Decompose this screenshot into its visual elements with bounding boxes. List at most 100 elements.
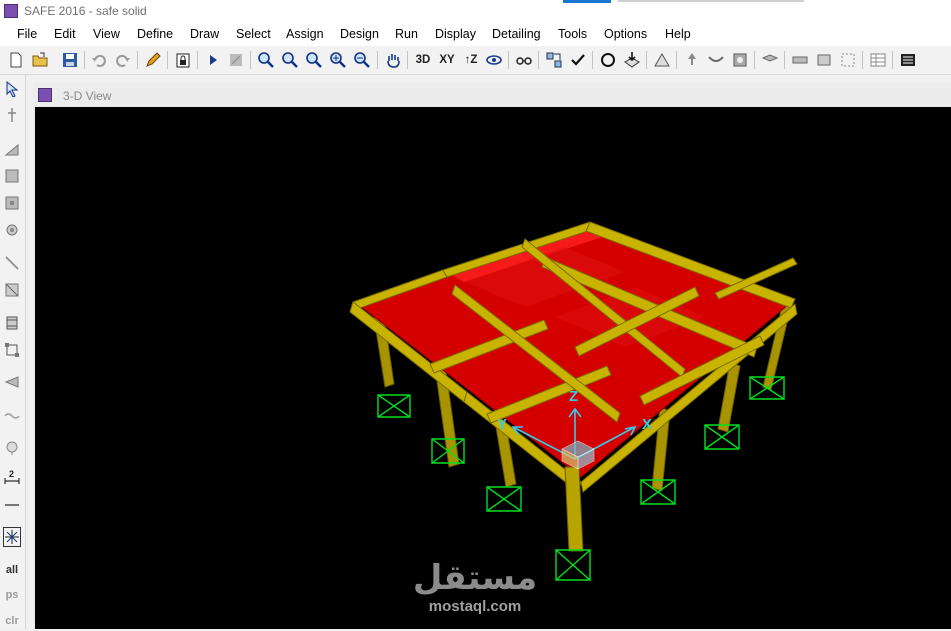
menu-detailing[interactable]: Detailing	[492, 27, 541, 41]
snap-icon[interactable]	[3, 527, 21, 547]
undo-icon[interactable]	[89, 50, 109, 70]
column	[564, 466, 584, 552]
title-bar: SAFE 2016 - safe solid	[0, 0, 951, 22]
view-xy-button[interactable]: XY	[436, 50, 458, 70]
main-toolbar: 3D XY ↑Z	[0, 46, 951, 75]
run-disabled-icon[interactable]	[226, 50, 246, 70]
toolbar-separator	[508, 51, 509, 69]
draw-column-icon[interactable]	[3, 220, 21, 240]
toolbar-separator	[137, 51, 138, 69]
window-title: SAFE 2016 - safe solid	[24, 4, 147, 18]
toolbar-separator	[407, 51, 408, 69]
check-icon[interactable]	[568, 50, 588, 70]
menu-run[interactable]: Run	[395, 27, 418, 41]
menu-bar: File Edit View Define Draw Select Assign…	[0, 22, 951, 46]
z-axis-label: Z	[569, 388, 578, 405]
open-folder-icon[interactable]	[30, 50, 50, 70]
run-icon[interactable]	[203, 50, 223, 70]
previous-selection-button[interactable]: ps	[3, 585, 21, 605]
toolbar-separator	[676, 51, 677, 69]
view-3d-button[interactable]: 3D	[412, 50, 434, 70]
menu-define[interactable]: Define	[137, 27, 173, 41]
select-icon[interactable]	[544, 50, 564, 70]
app-icon	[4, 4, 18, 18]
report-icon[interactable]	[898, 50, 918, 70]
menu-select[interactable]: Select	[236, 27, 271, 41]
table-icon[interactable]	[868, 50, 888, 70]
y-axis-label: Y	[497, 416, 507, 433]
menu-edit[interactable]: Edit	[54, 27, 76, 41]
draw-rectangle-icon[interactable]	[3, 166, 21, 186]
toolbar-separator	[377, 51, 378, 69]
save-icon[interactable]	[60, 50, 80, 70]
menu-options[interactable]: Options	[604, 27, 647, 41]
support-symbol	[555, 549, 591, 581]
draw-area-icon[interactable]	[3, 139, 21, 159]
circle-icon[interactable]	[598, 50, 618, 70]
model-3d-drawing: Z Y X مستقل mostaql.com	[349, 221, 798, 615]
menu-design[interactable]: Design	[340, 27, 379, 41]
x-axis-label: X	[642, 416, 652, 433]
dimension-icon[interactable]: 2	[3, 466, 21, 486]
toolbar-separator	[592, 51, 593, 69]
zoom-fit-icon[interactable]	[280, 50, 300, 70]
clear-selection-button[interactable]: clr	[3, 611, 21, 631]
pointer-icon[interactable]	[3, 79, 21, 99]
select-all-button[interactable]: all	[3, 560, 21, 580]
toolbar-separator	[197, 51, 198, 69]
draw-point-load-icon[interactable]	[3, 438, 21, 458]
gear-icon[interactable]	[730, 50, 750, 70]
redo-icon[interactable]	[113, 50, 133, 70]
zoom-in-icon[interactable]	[328, 50, 348, 70]
rotate-icon[interactable]	[484, 50, 504, 70]
toolbar-separator	[250, 51, 251, 69]
lock-icon[interactable]	[173, 50, 193, 70]
menu-draw[interactable]: Draw	[190, 27, 219, 41]
draw-beam-icon[interactable]	[3, 280, 21, 300]
toolbar-separator	[538, 51, 539, 69]
reshape-icon[interactable]	[3, 105, 21, 125]
menu-assign[interactable]: Assign	[286, 27, 324, 41]
menu-help[interactable]: Help	[665, 27, 691, 41]
load-icon[interactable]	[622, 50, 642, 70]
new-file-icon[interactable]	[6, 50, 26, 70]
draw-wall-icon[interactable]	[3, 313, 21, 333]
strip-icon[interactable]	[760, 50, 780, 70]
quick-draw-area-icon[interactable]	[3, 193, 21, 213]
support-symbol	[486, 486, 522, 512]
menu-file[interactable]: File	[17, 27, 37, 41]
pencil-icon[interactable]	[143, 50, 163, 70]
view-window-header: 3-D View	[33, 83, 951, 107]
menu-view[interactable]: View	[93, 27, 120, 41]
window-edge-line	[618, 0, 804, 2]
window-edge-accent	[563, 0, 611, 3]
beam-icon[interactable]	[790, 50, 810, 70]
draw-strip-icon[interactable]	[3, 340, 21, 360]
triangle-icon[interactable]	[652, 50, 672, 70]
dimension-label: 2	[9, 469, 14, 479]
pan-hand-icon[interactable]	[383, 50, 403, 70]
support-icon[interactable]	[682, 50, 702, 70]
zoom-out-icon[interactable]	[352, 50, 372, 70]
model-3d-canvas[interactable]: Z Y X مستقل mostaql.com	[35, 107, 951, 629]
toolbar-separator	[84, 51, 85, 69]
view-title: 3-D View	[63, 89, 112, 103]
toolbar-separator	[646, 51, 647, 69]
view-window-icon	[38, 88, 52, 102]
draw-tendon-icon[interactable]	[3, 405, 21, 425]
front-column	[564, 466, 584, 552]
menu-tools[interactable]: Tools	[558, 27, 587, 41]
draw-slab-icon[interactable]	[3, 372, 21, 392]
draw-dimension-line-icon[interactable]	[3, 495, 21, 515]
zoom-window-icon[interactable]	[256, 50, 276, 70]
view-z-button[interactable]: ↑Z	[460, 50, 482, 70]
view-window: 3-D View Z Y X مستقل mostaql.com	[33, 83, 951, 629]
slab-icon[interactable]	[814, 50, 834, 70]
draw-line-icon[interactable]	[3, 253, 21, 273]
tendon-icon[interactable]	[838, 50, 858, 70]
zoom-previous-icon[interactable]	[304, 50, 324, 70]
left-toolbar: 2 all ps clr	[0, 75, 26, 629]
menu-display[interactable]: Display	[435, 27, 476, 41]
deformed-shape-icon[interactable]	[706, 50, 726, 70]
perspective-glasses-icon[interactable]	[514, 50, 534, 70]
